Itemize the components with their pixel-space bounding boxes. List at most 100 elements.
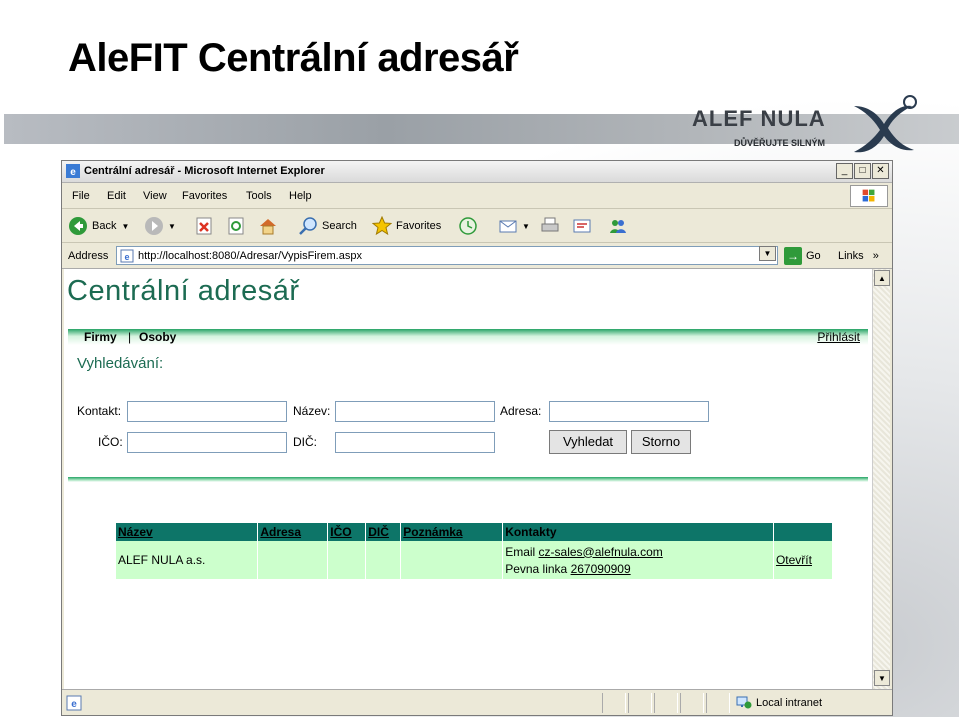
phone-link[interactable]: 267090909	[571, 562, 631, 576]
header-nazev[interactable]: Název	[116, 523, 259, 541]
address-input[interactable]: e http://localhost:8080/Adresar/VypisFir…	[116, 246, 778, 265]
nav-firmy[interactable]: Firmy	[84, 330, 117, 344]
address-label: Address	[68, 250, 109, 262]
go-button[interactable]: → Go	[784, 247, 821, 265]
page-viewport: Centrální adresář Firmy | Osoby Přihlási…	[64, 269, 874, 689]
adresa-input[interactable]	[549, 401, 709, 422]
menu-help[interactable]: Help	[289, 190, 312, 202]
email-label: Email	[505, 544, 536, 559]
results-table: Název Adresa IČO DIČ Poznámka Kontakty A…	[116, 523, 834, 579]
phone-label: Pevna linka	[505, 561, 568, 576]
slide-title: AleFIT Centrální adresář	[68, 36, 519, 80]
status-bar: e Local intranet	[62, 689, 892, 715]
search-submit-button[interactable]: Vyhledat	[549, 430, 627, 454]
cancel-button[interactable]: Storno	[631, 430, 691, 454]
login-link[interactable]: Přihlásit	[817, 330, 860, 344]
address-bar: Address e http://localhost:8080/Adresar/…	[62, 243, 892, 269]
adresa-label: Adresa:	[500, 404, 542, 418]
back-label: Back	[92, 220, 117, 232]
stop-button[interactable]	[194, 215, 218, 237]
section-divider	[68, 477, 868, 482]
open-link[interactable]: Otevřít	[776, 553, 812, 567]
minimize-button[interactable]: _	[836, 163, 853, 179]
history-button[interactable]	[458, 215, 482, 237]
scroll-down-icon[interactable]: ▼	[874, 670, 890, 686]
header-dic[interactable]: DIČ	[365, 523, 402, 541]
menu-tools[interactable]: Tools	[246, 190, 272, 202]
back-button[interactable]: Back ▼	[68, 215, 129, 237]
print-button[interactable]	[540, 215, 564, 237]
go-arrow-icon: →	[784, 247, 802, 265]
browser-window: e Centrální adresář - Microsoft Internet…	[61, 160, 893, 716]
svg-text:e: e	[124, 252, 129, 262]
toolbar: Back ▼ ▼ Search Favorites ▼	[62, 209, 892, 243]
forward-button[interactable]: ▼	[144, 215, 176, 237]
menu-favorites[interactable]: Favorites	[182, 190, 227, 202]
nav-bar: Firmy | Osoby Přihlásit	[68, 329, 868, 345]
intranet-icon	[736, 696, 752, 709]
logo-text: ALEF NULA	[692, 106, 826, 131]
header-adresa[interactable]: Adresa	[257, 523, 329, 541]
stop-icon	[196, 217, 212, 235]
messenger-button[interactable]	[608, 215, 632, 237]
table-row: ALEF NULA a.s. Email cz-sales@alefnula.c…	[116, 541, 834, 579]
print-icon	[541, 217, 559, 232]
edit-icon	[573, 219, 591, 233]
mail-dropdown-icon[interactable]: ▼	[522, 222, 530, 231]
close-button[interactable]: ✕	[872, 163, 889, 179]
menu-view[interactable]: View	[143, 190, 167, 202]
favorites-label: Favorites	[396, 220, 442, 232]
svg-text:e: e	[70, 167, 76, 178]
address-dropdown-icon[interactable]: ▼	[759, 246, 776, 261]
status-cell	[706, 693, 730, 713]
go-label: Go	[806, 250, 821, 262]
scroll-up-icon[interactable]: ▲	[874, 270, 890, 286]
cell-nazev: ALEF NULA a.s.	[116, 541, 259, 579]
home-button[interactable]	[258, 215, 282, 237]
ie-icon: e	[66, 164, 80, 178]
ico-label: IČO:	[98, 435, 123, 449]
cell-dic	[365, 541, 402, 579]
nav-separator: |	[128, 330, 132, 344]
window-title: Centrální adresář - Microsoft Internet E…	[84, 165, 325, 177]
cell-poznamka	[400, 541, 504, 579]
links-label: Links	[838, 250, 864, 262]
windows-flag-icon	[850, 185, 888, 207]
maximize-button[interactable]: □	[854, 163, 871, 179]
alef-nula-logo: ALEF NULA DŮVĚŘUJTE SILNÝM	[688, 94, 928, 164]
links-button[interactable]: Links »	[838, 250, 879, 262]
forward-dropdown-icon[interactable]: ▼	[168, 222, 176, 231]
cell-adresa	[257, 541, 329, 579]
mail-icon	[499, 220, 517, 233]
status-cell	[654, 693, 678, 713]
menu-file[interactable]: File	[72, 190, 90, 202]
search-icon	[299, 217, 317, 235]
nav-osoby[interactable]: Osoby	[139, 330, 176, 344]
kontakt-input[interactable]	[127, 401, 287, 422]
menu-edit[interactable]: Edit	[107, 190, 126, 202]
table-header-row: Název Adresa IČO DIČ Poznámka Kontakty	[116, 523, 834, 541]
history-icon	[459, 217, 477, 235]
header-kontakty: Kontakty	[502, 523, 774, 541]
refresh-icon	[228, 217, 244, 235]
edit-button[interactable]	[572, 215, 596, 237]
search-button[interactable]: Search	[298, 215, 357, 237]
back-arrow-icon	[69, 217, 87, 235]
favorites-button[interactable]: Favorites	[372, 215, 441, 237]
mail-button[interactable]: ▼	[498, 215, 530, 237]
refresh-button[interactable]	[226, 215, 250, 237]
email-link[interactable]: cz-sales@alefnula.com	[539, 545, 663, 559]
back-dropdown-icon[interactable]: ▼	[121, 222, 129, 231]
nazev-input[interactable]	[335, 401, 495, 422]
header-poznamka[interactable]: Poznámka	[400, 523, 504, 541]
address-url: http://localhost:8080/Adresar/VypisFirem…	[138, 250, 362, 262]
security-zone: Local intranet	[736, 696, 822, 710]
header-ico[interactable]: IČO	[327, 523, 367, 541]
vertical-scrollbar[interactable]: ▲ ▼	[872, 269, 890, 689]
nazev-label: Název:	[293, 404, 331, 418]
ico-input[interactable]	[127, 432, 287, 453]
dic-label: DIČ:	[293, 435, 317, 449]
page-status-icon: e	[66, 695, 82, 711]
cell-ico	[327, 541, 367, 579]
dic-input[interactable]	[335, 432, 495, 453]
